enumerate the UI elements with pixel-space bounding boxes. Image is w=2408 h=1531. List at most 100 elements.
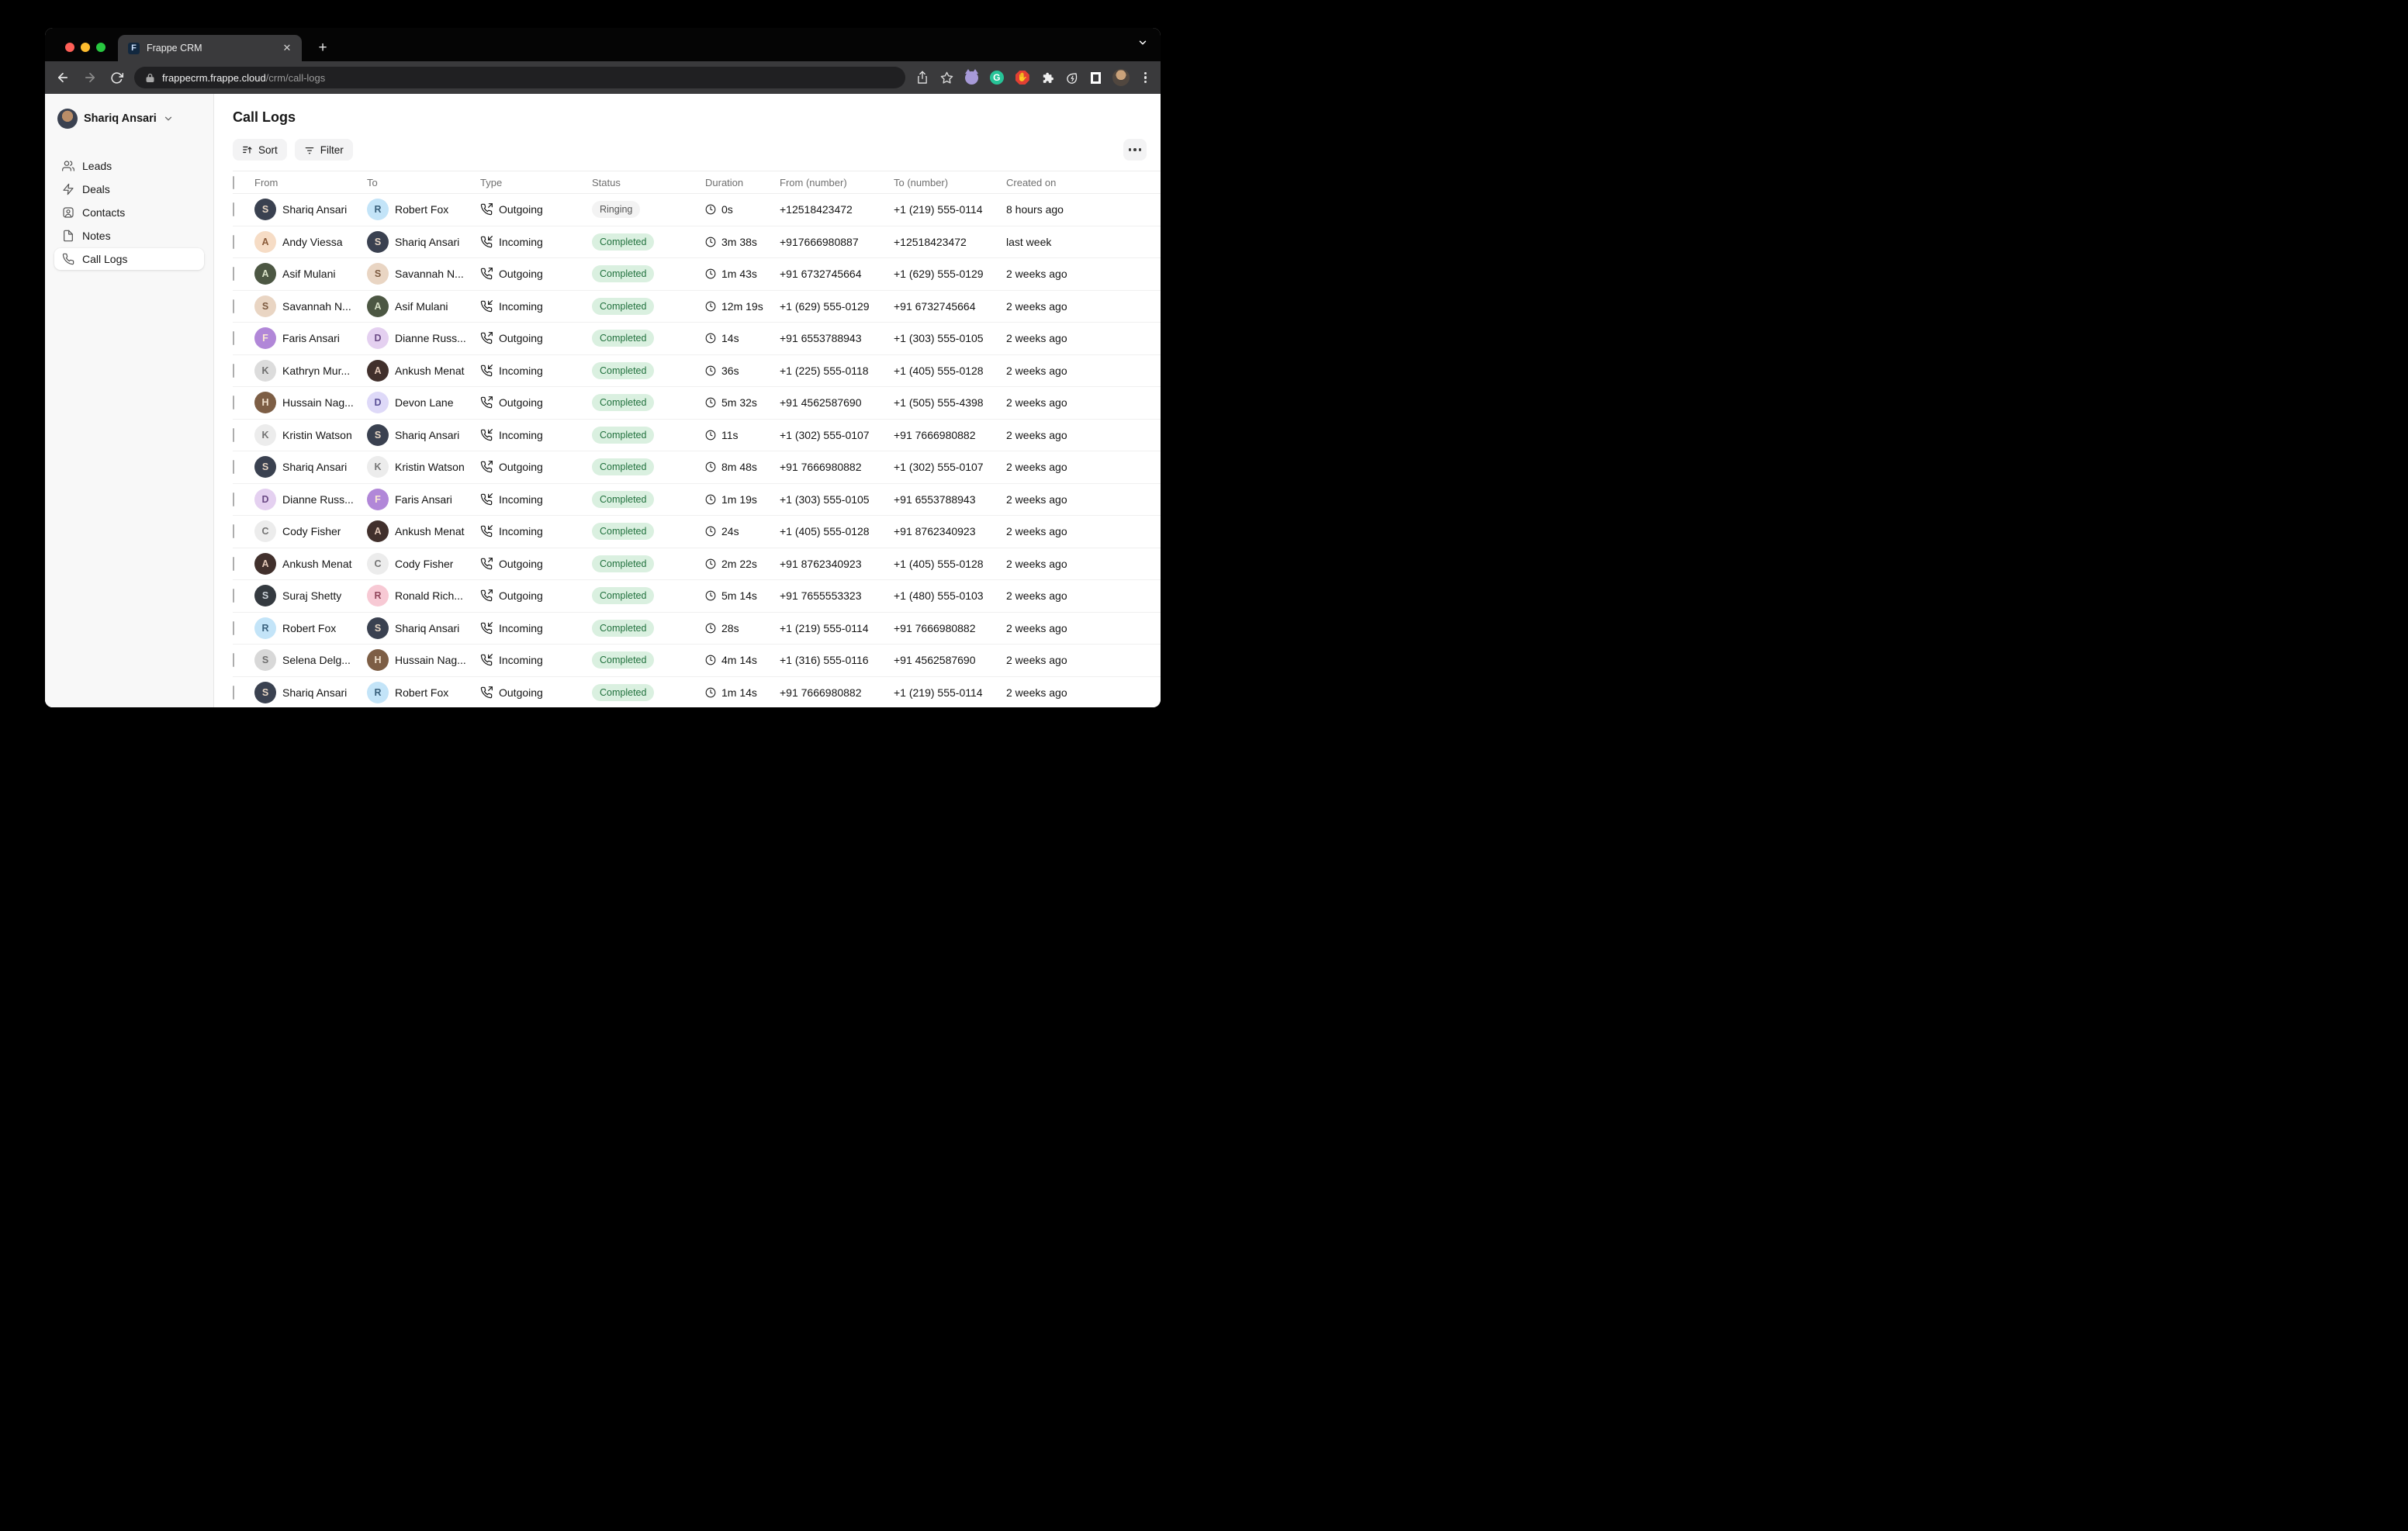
to-number: +91 7666980882 bbox=[894, 429, 1006, 441]
column-header-duration[interactable]: Duration bbox=[705, 177, 780, 188]
status-badge: Completed bbox=[592, 362, 654, 379]
row-checkbox[interactable] bbox=[233, 589, 234, 603]
sidebar-item-leads[interactable]: Leads bbox=[54, 155, 204, 177]
reload-button[interactable] bbox=[110, 71, 123, 85]
bookmark-star-icon[interactable] bbox=[940, 71, 953, 85]
clock-icon bbox=[705, 268, 716, 279]
to-name: Kristin Watson bbox=[395, 461, 465, 473]
table-row[interactable]: S Selena Delg... H Hussain Nag... Incomi… bbox=[233, 645, 1161, 677]
from-cell: K Kristin Watson bbox=[254, 424, 367, 446]
page-title: Call Logs bbox=[233, 109, 1161, 126]
row-checkbox[interactable] bbox=[233, 428, 234, 442]
sidebar-extension-icon[interactable] bbox=[1091, 72, 1101, 84]
column-header-to-number[interactable]: To (number) bbox=[894, 177, 1006, 188]
row-checkbox[interactable] bbox=[233, 396, 234, 410]
row-checkbox[interactable] bbox=[233, 557, 234, 571]
column-header-created-on[interactable]: Created on bbox=[1006, 177, 1161, 188]
avatar: H bbox=[254, 392, 276, 413]
browser-menu-icon[interactable] bbox=[1141, 71, 1150, 85]
status-badge: Completed bbox=[592, 394, 654, 411]
github-extension-icon[interactable] bbox=[965, 71, 978, 85]
leads-icon bbox=[62, 160, 74, 172]
row-checkbox[interactable] bbox=[233, 267, 234, 281]
fullscreen-window-button[interactable] bbox=[96, 43, 106, 52]
more-options-button[interactable] bbox=[1123, 139, 1147, 161]
table-row[interactable]: K Kathryn Mur... A Ankush Menat Incoming… bbox=[233, 355, 1161, 388]
duration-cell: 12m 19s bbox=[705, 300, 780, 313]
row-checkbox[interactable] bbox=[233, 653, 234, 667]
table-row[interactable]: S Shariq Ansari K Kristin Watson Outgoin… bbox=[233, 451, 1161, 484]
status-cell: Completed bbox=[592, 620, 705, 637]
row-checkbox[interactable] bbox=[233, 364, 234, 378]
to-cell: S Shariq Ansari bbox=[367, 231, 480, 253]
table-row[interactable]: S Shariq Ansari R Robert Fox Outgoing Ri… bbox=[233, 194, 1161, 226]
column-header-status[interactable]: Status bbox=[592, 177, 705, 188]
table-row[interactable]: K Kristin Watson S Shariq Ansari Incomin… bbox=[233, 420, 1161, 452]
sidebar-item-notes[interactable]: Notes bbox=[54, 225, 204, 247]
url-bar[interactable]: frappecrm.frappe.cloud/crm/call-logs bbox=[134, 67, 905, 88]
outgoing-call-icon bbox=[480, 332, 493, 344]
close-window-button[interactable] bbox=[65, 43, 74, 52]
duration-value: 36s bbox=[721, 365, 739, 377]
minimize-window-button[interactable] bbox=[81, 43, 90, 52]
tab-search-chevron-icon[interactable] bbox=[1137, 37, 1148, 48]
row-checkbox[interactable] bbox=[233, 299, 234, 313]
duration-value: 28s bbox=[721, 622, 739, 634]
filter-button[interactable]: Filter bbox=[295, 139, 353, 161]
sidebar-item-contacts[interactable]: Contacts bbox=[54, 202, 204, 223]
column-header-to[interactable]: To bbox=[367, 177, 480, 188]
toolbar-icons: G ✋ bbox=[916, 69, 1150, 86]
to-number: +12518423472 bbox=[894, 236, 1006, 248]
browser-tab[interactable]: Frappe CRM ✕ bbox=[118, 35, 302, 61]
browser-profile-avatar[interactable] bbox=[1112, 69, 1130, 86]
energy-saver-leaf-icon[interactable] bbox=[1066, 71, 1079, 85]
sidebar-item-call-logs[interactable]: Call Logs bbox=[54, 248, 204, 270]
status-cell: Completed bbox=[592, 523, 705, 540]
row-checkbox[interactable] bbox=[233, 331, 234, 345]
table-row[interactable]: S Suraj Shetty R Ronald Rich... Outgoing… bbox=[233, 580, 1161, 613]
share-icon[interactable] bbox=[916, 71, 929, 85]
row-checkbox[interactable] bbox=[233, 202, 234, 216]
row-checkbox[interactable] bbox=[233, 686, 234, 700]
column-header-from[interactable]: From bbox=[254, 177, 367, 188]
table-row[interactable]: A Ankush Menat C Cody Fisher Outgoing Co… bbox=[233, 548, 1161, 581]
call-type-label: Outgoing bbox=[499, 558, 543, 570]
avatar: A bbox=[254, 231, 276, 253]
created-on: 2 weeks ago bbox=[1006, 268, 1161, 280]
table-row[interactable]: A Andy Viessa S Shariq Ansari Incoming C… bbox=[233, 226, 1161, 259]
adblock-extension-icon[interactable]: ✋ bbox=[1015, 71, 1029, 85]
table-row[interactable]: A Asif Mulani S Savannah N... Outgoing C… bbox=[233, 258, 1161, 291]
new-tab-button[interactable]: + bbox=[313, 39, 332, 57]
grammarly-extension-icon[interactable]: G bbox=[990, 71, 1004, 85]
row-checkbox[interactable] bbox=[233, 460, 234, 474]
created-on: 2 weeks ago bbox=[1006, 525, 1161, 537]
table-row[interactable]: H Hussain Nag... D Devon Lane Outgoing C… bbox=[233, 387, 1161, 420]
row-checkbox[interactable] bbox=[233, 492, 234, 506]
row-checkbox-cell bbox=[233, 654, 254, 666]
outgoing-call-icon bbox=[480, 686, 493, 699]
column-header-from-number[interactable]: From (number) bbox=[780, 177, 894, 188]
row-checkbox[interactable] bbox=[233, 235, 234, 249]
forward-button[interactable] bbox=[83, 71, 97, 85]
sidebar-item-deals[interactable]: Deals bbox=[54, 178, 204, 200]
table-row[interactable]: S Shariq Ansari R Robert Fox Outgoing Co… bbox=[233, 677, 1161, 708]
back-button[interactable] bbox=[56, 71, 70, 85]
column-header-type[interactable]: Type bbox=[480, 177, 592, 188]
table-row[interactable]: F Faris Ansari D Dianne Russ... Outgoing… bbox=[233, 323, 1161, 355]
row-checkbox[interactable] bbox=[233, 621, 234, 635]
sort-button[interactable]: Sort bbox=[233, 139, 287, 161]
table-row[interactable]: S Savannah N... A Asif Mulani Incoming C… bbox=[233, 291, 1161, 323]
created-on: 2 weeks ago bbox=[1006, 558, 1161, 570]
table-row[interactable]: D Dianne Russ... F Faris Ansari Incoming… bbox=[233, 484, 1161, 517]
row-checkbox[interactable] bbox=[233, 524, 234, 538]
table-row[interactable]: R Robert Fox S Shariq Ansari Incoming Co… bbox=[233, 613, 1161, 645]
extensions-puzzle-icon[interactable] bbox=[1041, 71, 1054, 85]
table-row[interactable]: C Cody Fisher A Ankush Menat Incoming Co… bbox=[233, 516, 1161, 548]
row-checkbox-cell bbox=[233, 493, 254, 506]
incoming-call-icon bbox=[480, 429, 493, 441]
tab-close-icon[interactable]: ✕ bbox=[280, 41, 294, 55]
user-menu[interactable]: Shariq Ansari bbox=[54, 108, 204, 130]
select-all-checkbox[interactable] bbox=[233, 176, 234, 189]
avatar: K bbox=[367, 456, 389, 478]
duration-cell: 8m 48s bbox=[705, 461, 780, 473]
